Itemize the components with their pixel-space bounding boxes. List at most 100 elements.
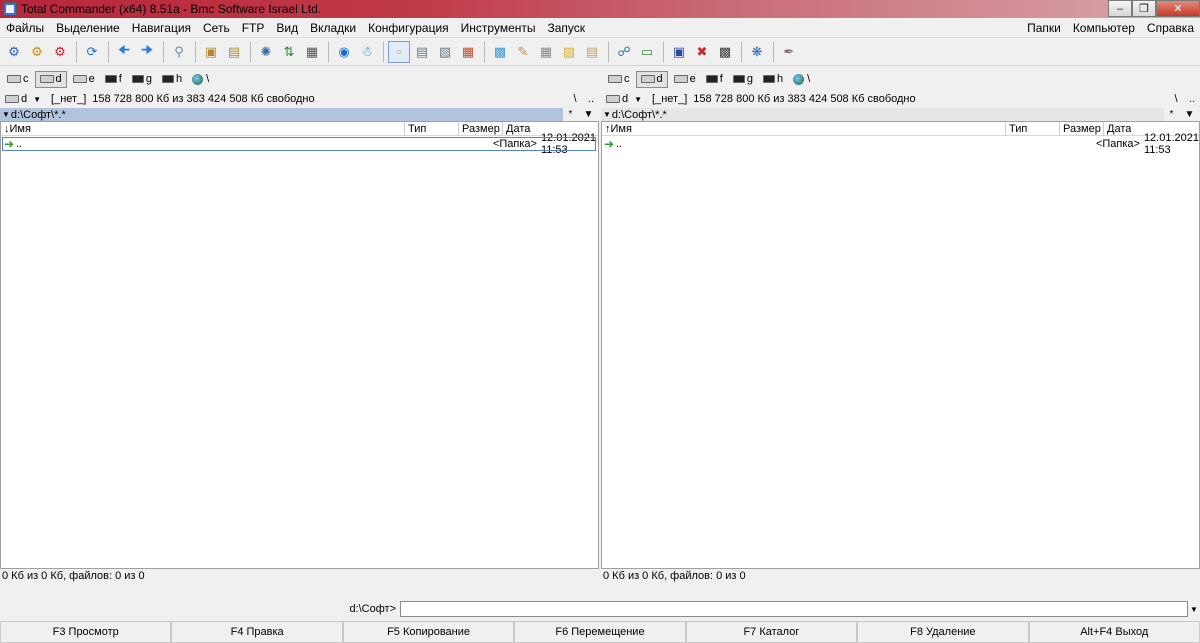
left-col-size[interactable]: Размер [459,121,503,136]
view-list-icon[interactable]: ▫ [388,40,410,63]
minimize-button[interactable]: – [1108,0,1132,17]
drive-d-button[interactable]: d [635,70,668,88]
menu-help[interactable]: Справка [1141,18,1200,38]
f5-copy-button[interactable]: F5 Копирование [342,621,515,643]
split-icon[interactable]: ✺ [255,41,277,63]
menu-configuration[interactable]: Конфигурация [362,18,455,38]
drive-c-button[interactable]: c [604,71,634,88]
right-root-button[interactable]: \ [1168,93,1184,105]
chevron-down-icon[interactable]: ▼ [1188,605,1200,614]
menu-tabs[interactable]: Вкладки [304,18,362,38]
table-row[interactable]: ➜.. <Папка> 12.01.2021 11:53 [602,132,1199,156]
left-file-list[interactable]: ↓Имя Тип Размер Дата ➜.. <Папка> 12.01.2… [0,121,599,569]
right-file-list[interactable]: ↑Имя Тип Размер Дата ➜.. <Папка> 12.01.2… [601,121,1200,569]
right-free-space: 158 728 800 Кб из 383 424 508 Кб свободн… [693,93,916,105]
pack-icon[interactable]: ▣ [200,41,222,63]
drive-h-button[interactable]: h [759,71,787,88]
settings-icon[interactable]: ❋ [746,41,768,63]
ftp-icon[interactable]: ☃ [356,41,378,63]
menu-launch[interactable]: Запуск [542,18,592,38]
menu-folders[interactable]: Папки [1021,18,1067,38]
right-path-bar: ▼ d:\Софт\*.* * ▼ [601,108,1200,121]
right-up-button[interactable]: .. [1184,93,1200,105]
drive-f-button[interactable]: f [702,71,727,88]
window-icon[interactable]: ▣ [668,41,690,63]
drive-c-button[interactable]: c [3,71,33,88]
view-brief-icon[interactable]: ▤ [411,41,433,63]
right-hotlist-button[interactable]: ▼ [1185,109,1195,120]
menu-tools[interactable]: Инструменты [455,18,542,38]
left-path[interactable]: ▼ d:\Софт\*.* [0,108,563,121]
delete-icon[interactable]: ✖ [691,41,713,63]
app-icon[interactable] [3,2,17,16]
gear-red-icon[interactable]: ⚙ [49,41,71,63]
left-root-button[interactable]: \ [567,93,583,105]
unpack-icon[interactable]: ▤ [223,41,245,63]
menu-view[interactable]: Вид [270,18,304,38]
f3-view-button[interactable]: F3 Просмотр [0,621,172,643]
network-neighborhood-button[interactable]: \ [789,71,814,88]
find-icon[interactable]: ⚲ [168,41,190,63]
restore-button[interactable]: ❐ [1132,0,1156,17]
network-drive-icon [72,75,87,83]
hdd-icon [5,95,19,103]
drive-h-button[interactable]: h [158,71,186,88]
close-button[interactable]: ✕ [1156,0,1200,17]
gear-orange-icon[interactable]: ⚙ [26,41,48,63]
right-path[interactable]: ▼ d:\Софт\*.* [601,108,1164,121]
drive-e-button[interactable]: e [670,71,700,88]
menu-navigation[interactable]: Навигация [126,18,197,38]
drive-d-button[interactable]: d [34,70,67,88]
drive-g-button[interactable]: g [729,71,757,88]
menu-network[interactable]: Сеть [197,18,236,38]
copy-icon[interactable]: ▩ [489,41,511,63]
right-col-name[interactable]: ↑Имя [602,121,1006,136]
right-drive-combo[interactable]: d ▼ [604,92,644,107]
menu-selection[interactable]: Выделение [50,18,126,38]
altf4-exit-button[interactable]: Alt+F4 Выход [1028,621,1200,643]
calc-icon[interactable]: ▦ [535,41,557,63]
command-input[interactable] [400,601,1188,617]
network-neighborhood-button[interactable]: \ [188,71,213,88]
menu-ftp[interactable]: FTP [236,18,271,38]
forward-icon[interactable]: 🠊 [136,41,158,63]
left-hotlist-button[interactable]: ▼ [584,109,594,120]
refresh-icon[interactable]: ⟳ [81,41,103,63]
cmd-icon[interactable]: ▩ [714,41,736,63]
left-history-button[interactable]: * [569,109,573,120]
menu-files[interactable]: Файлы [0,18,50,38]
brush-icon[interactable]: ✒ [778,41,800,63]
left-up-button[interactable]: .. [583,93,599,105]
right-nav-buttons: \ .. [1168,93,1200,105]
drive-icon[interactable]: ▭ [636,41,658,63]
table-row[interactable]: ➜.. <Папка> 12.01.2021 11:53 [2,132,596,156]
back-icon[interactable]: 🠈 [113,41,135,63]
drive-f-button[interactable]: f [101,71,126,88]
left-col-name[interactable]: ↓Имя [1,121,405,136]
drive-g-button[interactable]: g [128,71,156,88]
view-tree-icon[interactable]: ▧ [434,41,456,63]
doc-icon[interactable]: ▤ [581,41,603,63]
f6-move-button[interactable]: F6 Перемещение [514,621,686,643]
notepad-icon[interactable]: ▦ [301,41,323,63]
right-col-ext[interactable]: Тип [1006,121,1060,136]
left-info-bar: d ▼ [_нет_] 158 728 800 Кб из 383 424 508… [0,90,599,108]
toolbar-separator [163,41,164,62]
notes-icon[interactable]: ▨ [558,41,580,63]
edit-icon[interactable]: ✎ [512,41,534,63]
sort-icon[interactable]: ⇅ [278,41,300,63]
f4-edit-button[interactable]: F4 Правка [171,621,343,643]
f8-delete-button[interactable]: F8 Удаление [857,621,1029,643]
menu-computer[interactable]: Компьютер [1067,18,1141,38]
network-icon[interactable]: ☍ [613,41,635,63]
left-col-ext[interactable]: Тип [405,121,459,136]
right-col-size[interactable]: Размер [1060,121,1104,136]
drive-e-button[interactable]: e [69,71,99,88]
right-history-button[interactable]: * [1170,109,1174,120]
gear-blue-icon[interactable]: ⚙ [3,41,25,63]
title-bar: Total Commander (x64) 8.51a - Bmc Softwa… [0,0,1200,18]
view-thumbs-icon[interactable]: ▦ [457,41,479,63]
f7-mkdir-button[interactable]: F7 Каталог [685,621,858,643]
internet-icon[interactable]: ◉ [333,41,355,63]
left-drive-combo[interactable]: d ▼ [3,92,43,107]
